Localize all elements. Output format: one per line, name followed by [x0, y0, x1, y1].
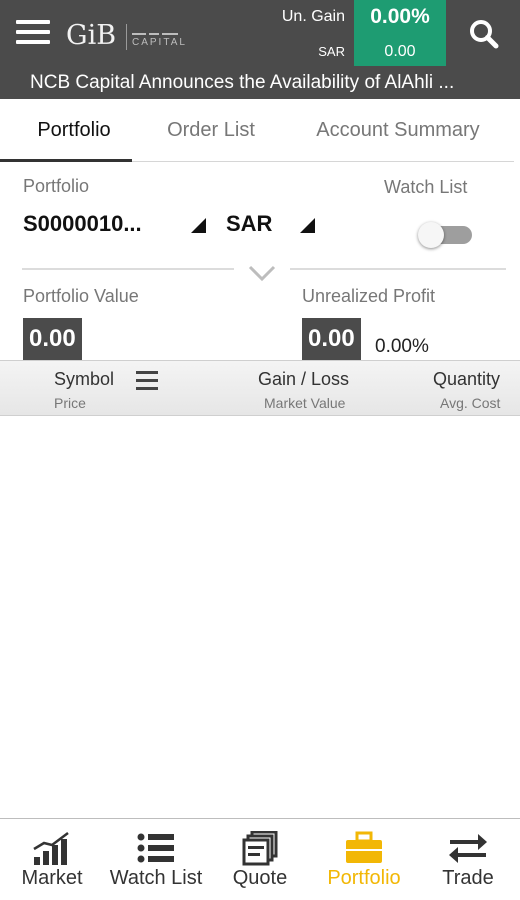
unrealized-profit-percent: 0.00% — [375, 336, 429, 357]
brand-logo-primary: GiB — [66, 20, 117, 51]
nav-label-portfolio: Portfolio — [327, 867, 401, 889]
nav-item-quote[interactable]: Quote — [208, 819, 312, 900]
brand-logo-arabic-mark — [132, 25, 184, 35]
nav-label-watch-list: Watch List — [109, 867, 203, 889]
unrealized-gain-percent: 0.00% — [370, 5, 430, 28]
news-ticker-text: NCB Capital Announces the Availability o… — [30, 72, 455, 93]
nav-label-market: Market — [21, 867, 83, 889]
portfolio-value-label: Portfolio Value — [23, 286, 139, 306]
unrealized-gain-badge: 0.00% 0.00 — [354, 0, 446, 66]
tab-order-list[interactable]: Order List — [148, 99, 274, 162]
unrealized-profit-label: Unrealized Profit — [302, 286, 436, 306]
nav-label-quote: Quote — [232, 867, 288, 889]
portfolio-label: Portfolio — [23, 176, 90, 196]
unrealized-profit-value: 0.00 — [302, 318, 361, 360]
active-tab-indicator — [0, 159, 132, 162]
currency-dropdown-icon[interactable] — [300, 218, 315, 233]
brand-logo: GiB CAPITAL — [66, 14, 196, 54]
summary-divider-right — [290, 268, 506, 270]
briefcase-icon — [346, 831, 382, 863]
holdings-list — [0, 417, 520, 817]
bar-chart-icon — [33, 832, 69, 865]
nav-item-watch-list[interactable]: Watch List — [104, 819, 208, 900]
tab-account-summary[interactable]: Account Summary — [298, 99, 498, 162]
watchlist-label: Watch List — [384, 177, 468, 197]
nav-item-trade[interactable]: Trade — [416, 819, 520, 900]
currency-selector[interactable]: SAR — [226, 211, 272, 237]
app-header: GiB CAPITAL Un. Gain SAR 0.00% 0.00 — [0, 0, 520, 66]
nav-item-market[interactable]: Market — [0, 819, 104, 900]
summary-divider-left — [22, 268, 234, 270]
tab-portfolio[interactable]: Portfolio — [8, 99, 140, 162]
holdings-table-header: Symbol Price Gain / Loss Market Value Qu… — [0, 360, 520, 416]
tab-bar: Portfolio Order List Account Summary — [8, 99, 514, 162]
column-header-gain-loss[interactable]: Gain / Loss — [258, 369, 349, 390]
chevron-down-icon[interactable] — [246, 262, 278, 284]
list-options-icon[interactable] — [136, 371, 158, 391]
column-header-symbol[interactable]: Symbol — [54, 369, 114, 390]
brand-logo-separator — [126, 24, 127, 50]
column-header-quantity[interactable]: Quantity — [433, 369, 500, 390]
list-icon — [137, 833, 174, 863]
bottom-navigation: Market Watch List Quote Portfolio Trade — [0, 818, 520, 900]
portfolio-selector[interactable]: S0000010... — [23, 211, 142, 237]
header-currency-label: SAR — [318, 44, 345, 59]
news-ticker[interactable]: NCB Capital Announces the Availability o… — [0, 66, 520, 99]
column-subheader-avg-cost: Avg. Cost — [440, 395, 501, 411]
column-subheader-market-value: Market Value — [264, 395, 346, 411]
search-icon[interactable] — [466, 16, 502, 52]
column-subheader-price: Price — [54, 395, 86, 411]
watchlist-toggle-knob — [418, 222, 444, 248]
swap-arrows-icon — [449, 834, 487, 863]
menu-icon[interactable] — [16, 20, 50, 46]
nav-label-trade: Trade — [442, 867, 494, 889]
brand-logo-secondary: CAPITAL — [132, 37, 187, 48]
portfolio-value: 0.00 — [23, 318, 82, 360]
unrealized-gain-value: 0.00 — [384, 43, 416, 60]
portfolio-dropdown-icon[interactable] — [191, 218, 206, 233]
watchlist-toggle[interactable] — [418, 222, 474, 248]
unrealized-gain-label: Un. Gain — [281, 8, 345, 25]
nav-item-portfolio[interactable]: Portfolio — [312, 819, 416, 900]
quote-icon — [242, 831, 278, 866]
